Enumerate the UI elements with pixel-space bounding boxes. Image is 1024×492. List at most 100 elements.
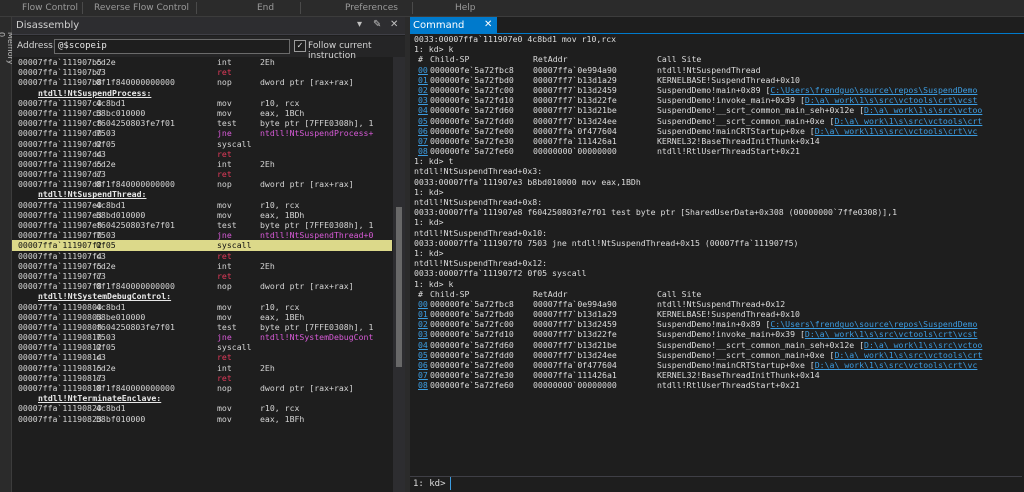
frame-number-link[interactable]: 04	[418, 105, 428, 115]
frame-number-link[interactable]: 05	[418, 116, 428, 126]
disassembly-row[interactable]: 00007ffa`111907c0 4c8bd1 mov r10, rcx	[12, 98, 392, 108]
disassembly-row[interactable]: 00007ffa`111907d2 0f05 syscall	[12, 139, 392, 149]
symbol-label[interactable]: ntdll!NtSystemDebugControl:	[12, 291, 392, 301]
source-path-link[interactable]: D:\a\_work\1\s\src\vctools\crt\vc	[815, 360, 978, 370]
command-text: 0033:00007ffa`111907e3 b8bd010000 mov ea…	[414, 176, 641, 187]
symbol-label[interactable]: ntdll!NtSuspendThread:	[12, 189, 392, 199]
disassembly-row[interactable]: 00007ffa`111907d4 c3 ret	[12, 149, 392, 159]
disassembly-row[interactable]: 00007ffa`11190812 0f05 syscall	[12, 342, 392, 352]
frame-number-link[interactable]: 07	[418, 136, 428, 146]
source-path-link[interactable]: D:\a\_work\1\s\src\vctoo	[864, 340, 982, 350]
disassembly-row[interactable]: 00007ffa`111907f5 cd2e int 2Eh	[12, 261, 392, 271]
frame-number-link[interactable]: 06	[418, 126, 428, 136]
disassembly-row[interactable]: 00007ffa`111907e8 f604250803fe7f01 test byt…	[12, 220, 392, 230]
frame-number-link[interactable]: 00	[418, 65, 428, 75]
call-site-text: KERNELBASE!SuspendThread+0x10	[657, 74, 800, 85]
ribbon-preferences[interactable]: Preferences	[345, 3, 398, 13]
frame-number-link[interactable]: 07	[418, 370, 428, 380]
frame-number-link[interactable]: 04	[418, 340, 428, 350]
instruction-operands: eax, 1BCh	[260, 107, 305, 118]
disassembly-row[interactable]: 00007ffa`111907e3 b8bd010000 mov eax, 1BDh	[12, 210, 392, 220]
memory-side-tab[interactable]: Memory 0	[0, 17, 15, 492]
symbol-name[interactable]: ntdll!NtSuspendProcess:	[38, 88, 151, 98]
disassembly-row[interactable]: 00007ffa`11190815 cd2e int 2Eh	[12, 363, 392, 373]
instruction-address: 00007ffa`111907f5	[18, 260, 102, 271]
disassembly-row[interactable]: 00007ffa`111907e0 4c8bd1 mov r10, rcx	[12, 200, 392, 210]
frame-number-link[interactable]: 08	[418, 146, 428, 156]
frame-number-link[interactable]: 02	[418, 85, 428, 95]
scrollbar-thumb[interactable]	[396, 207, 402, 367]
child-sp: 000000fe`5a72fd60	[430, 105, 514, 116]
follow-checkbox[interactable]: ✓	[294, 40, 306, 52]
disassembly-row[interactable]: 00007ffa`11190810 7503 jne ntdll!NtSystemDe…	[12, 332, 392, 342]
frame-number-link[interactable]: 08	[418, 380, 428, 390]
close-icon[interactable]: ✕	[390, 19, 398, 30]
ribbon-separator	[412, 2, 413, 14]
disassembly-row[interactable]: 00007ffa`111907d7 c3 ret	[12, 169, 392, 179]
stack-frame-row: 00 000000fe`5a72fbc8 00007ffa`0e994a90 ntdl…	[410, 65, 1024, 75]
symbol-name[interactable]: ntdll!NtSuspendThread:	[38, 189, 146, 199]
source-path-link[interactable]: D:\a\_work\1\s\src\vctools\crt	[834, 116, 982, 126]
instruction-bytes: cd2e	[96, 158, 116, 169]
source-path-link[interactable]: D:\a\_work\1\s\src\vctools\crt	[834, 350, 982, 360]
ribbon-flow-control[interactable]: Flow Control	[22, 3, 78, 13]
disassembly-row[interactable]: 00007ffa`111907f0 7503 jne ntdll!NtSuspendT…	[12, 230, 392, 240]
disassembly-row[interactable]: 00007ffa`111907b5 cd2e int 2Eh	[12, 57, 392, 67]
pin-icon[interactable]: ✎	[373, 19, 381, 30]
dropdown-icon[interactable]: ▾	[357, 19, 362, 30]
source-path-link[interactable]: D:\a\_work\1\s\src\vctools\crt\vc	[815, 126, 978, 136]
disassembly-row[interactable]: 00007ffa`111907f7 c3 ret	[12, 271, 392, 281]
disassembly-row[interactable]: 00007ffa`111907b8 0f1f840000000000 nop dwor…	[12, 77, 392, 87]
disassembly-row[interactable]: 00007ffa`111907d5 cd2e int 2Eh	[12, 159, 392, 169]
source-path-link[interactable]: D:\a\_work\1\s\src\vctoo	[864, 105, 982, 115]
symbol-label[interactable]: ntdll!NtTerminateEnclave:	[12, 393, 392, 403]
disassembly-row[interactable]: 00007ffa`111907d8 0f1f840000000000 nop dwor…	[12, 179, 392, 189]
disassembly-row[interactable]: 00007ffa`11190817 c3 ret	[12, 373, 392, 383]
call-site: Call Site	[657, 54, 701, 64]
command-line: ntdll!NtSuspendThread+0x12:	[410, 258, 1024, 268]
command-tab[interactable]: Command ✕	[410, 17, 497, 34]
source-path-link[interactable]: D:\a\_work\1\s\src\vctools\crt\vcst	[805, 329, 978, 339]
ribbon-help[interactable]: Help	[455, 3, 476, 13]
source-path-link[interactable]: C:\Users\frendguo\source\repos\SuspendDe…	[770, 319, 977, 329]
instruction-operands: 2Eh	[260, 260, 275, 271]
frame-number-link[interactable]: 01	[418, 309, 428, 319]
disassembly-row[interactable]: 00007ffa`11190823 b8bf010000 mov eax, 1BFh	[12, 414, 392, 424]
frame-number-link[interactable]: 03	[418, 329, 428, 339]
ribbon-end[interactable]: End	[257, 3, 274, 13]
frame-number-link[interactable]: 01	[418, 75, 428, 85]
symbol-name[interactable]: ntdll!NtSystemDebugControl:	[38, 291, 171, 301]
command-scrollbar[interactable]	[1014, 34, 1024, 474]
disassembly-row[interactable]: 00007ffa`11190818 0f1f840000000000 nop dwor…	[12, 383, 392, 393]
disassembly-row[interactable]: 00007ffa`11190800 4c8bd1 mov r10, rcx	[12, 302, 392, 312]
disassembly-row[interactable]: 00007ffa`111907c8 f604250803fe7f01 test byt…	[12, 118, 392, 128]
disassembly-row[interactable]: 00007ffa`111907c3 b8bc010000 mov eax, 1BCh	[12, 108, 392, 118]
disassembly-row[interactable]: 00007ffa`11190814 c3 ret	[12, 352, 392, 362]
child-sp: 000000fe`5a72fd10	[430, 329, 514, 340]
symbol-name[interactable]: ntdll!NtTerminateEnclave:	[38, 393, 161, 403]
disassembly-row[interactable]: 00007ffa`111907b7 c3 ret	[12, 67, 392, 77]
current-instruction-row[interactable]: 00007ffa`111907f2 0f05 syscall	[12, 240, 392, 251]
frame-number-link[interactable]: 00	[418, 299, 428, 309]
command-output[interactable]: 0033:00007ffa`111907e0 4c8bd1 mov r10,rc…	[410, 34, 1024, 474]
frame-header: #	[418, 288, 423, 299]
source-path-link[interactable]: D:\a\_work\1\s\src\vctools\crt\vcst	[805, 95, 978, 105]
disassembly-list[interactable]: 00007ffa`111907b5 cd2e int 2Eh 00007ffa`1119…	[12, 57, 392, 492]
frame-number-link[interactable]: 03	[418, 95, 428, 105]
ribbon-reverse-flow-control[interactable]: Reverse Flow Control	[94, 3, 189, 13]
symbol-label[interactable]: ntdll!NtSuspendProcess:	[12, 88, 392, 98]
disassembly-scrollbar[interactable]	[393, 57, 405, 492]
disassembly-row[interactable]: 00007ffa`11190808 f604250803fe7f01 test byt…	[12, 322, 392, 332]
frame-number-link[interactable]: 06	[418, 360, 428, 370]
frame-number-link[interactable]: 05	[418, 350, 428, 360]
frame-number-link[interactable]: 02	[418, 319, 428, 329]
disassembly-row[interactable]: 00007ffa`111907f8 0f1f840000000000 nop dwor…	[12, 281, 392, 291]
disassembly-row[interactable]: 00007ffa`11190820 4c8bd1 mov r10, rcx	[12, 403, 392, 413]
disassembly-row[interactable]: 00007ffa`111907f4 c3 ret	[12, 251, 392, 261]
source-path-link[interactable]: C:\Users\frendguo\source\repos\SuspendDe…	[770, 85, 977, 95]
disassembly-row[interactable]: 00007ffa`11190803 b8be010000 mov eax, 1BEh	[12, 312, 392, 322]
disassembly-row[interactable]: 00007ffa`111907d0 7503 jne ntdll!NtSuspendP…	[12, 128, 392, 138]
command-input[interactable]	[450, 477, 1023, 490]
address-input[interactable]: @$scopeip	[54, 39, 290, 54]
close-icon[interactable]: ✕	[484, 19, 492, 30]
